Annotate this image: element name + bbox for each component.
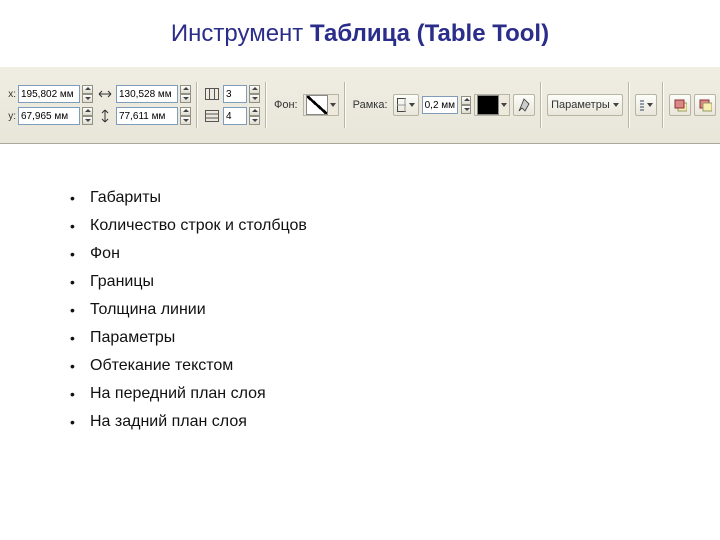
list-item: На задний план слоя <box>70 408 720 436</box>
to-back-icon <box>698 98 712 112</box>
height-spinner[interactable] <box>180 107 191 125</box>
slide-title: Инструмент Таблица (Table Tool) <box>0 0 720 66</box>
no-fill-swatch <box>306 95 328 115</box>
size-group: 130,528 мм 77,611 мм <box>96 85 191 125</box>
to-front-icon <box>673 98 687 112</box>
separator <box>196 82 198 128</box>
rows-input[interactable]: 4 <box>223 107 247 125</box>
list-item: Обтекание текстом <box>70 352 720 380</box>
to-front-button[interactable] <box>669 94 691 116</box>
params-button[interactable]: Параметры <box>547 94 622 116</box>
height-input[interactable]: 77,611 мм <box>116 107 178 125</box>
separator <box>540 82 542 128</box>
border-select-button[interactable] <box>393 94 419 116</box>
x-spinner[interactable] <box>82 85 93 103</box>
title-bold: Таблица (Table Tool) <box>310 20 549 47</box>
rows-icon <box>203 107 221 125</box>
title-light: Инструмент <box>171 20 310 47</box>
border-width-input[interactable]: 0,2 мм <box>422 96 459 114</box>
fill-label: Фон: <box>274 99 298 111</box>
feature-list: Габариты Количество строк и столбцов Фон… <box>0 144 720 436</box>
list-item: На передний план слоя <box>70 380 720 408</box>
border-color-dropdown[interactable] <box>474 94 510 116</box>
wrap-text-button[interactable] <box>635 94 657 116</box>
list-item: Параметры <box>70 324 720 352</box>
border-width-spinner[interactable] <box>461 96 471 114</box>
columns-spinner[interactable] <box>249 85 260 103</box>
separator <box>662 82 664 128</box>
table-property-bar: x: 195,802 мм y: 67,965 мм 130,528 мм 77… <box>0 66 720 144</box>
y-label: y: <box>4 111 16 122</box>
width-icon <box>96 85 114 103</box>
list-item: Толщина линии <box>70 296 720 324</box>
separator <box>628 82 630 128</box>
separator <box>265 82 267 128</box>
border-label: Рамка: <box>353 99 388 111</box>
border-box-icon <box>397 98 406 112</box>
y-input[interactable]: 67,965 мм <box>18 107 80 125</box>
rows-spinner[interactable] <box>249 107 260 125</box>
black-swatch <box>477 95 499 115</box>
x-input[interactable]: 195,802 мм <box>18 85 80 103</box>
fill-color-dropdown[interactable] <box>303 94 339 116</box>
y-spinner[interactable] <box>82 107 93 125</box>
wrap-text-icon <box>639 98 644 112</box>
height-icon <box>96 107 114 125</box>
pen-nib-icon <box>517 98 531 112</box>
columns-input[interactable]: 3 <box>223 85 247 103</box>
list-item: Габариты <box>70 184 720 212</box>
separator <box>344 82 346 128</box>
list-item: Границы <box>70 268 720 296</box>
outline-pen-button[interactable] <box>513 94 535 116</box>
params-label: Параметры <box>551 99 610 111</box>
position-group: x: 195,802 мм y: 67,965 мм <box>4 85 93 125</box>
cols-rows-group: 3 4 <box>203 85 260 125</box>
columns-icon <box>203 85 221 103</box>
width-spinner[interactable] <box>180 85 191 103</box>
x-label: x: <box>4 89 16 100</box>
width-input[interactable]: 130,528 мм <box>116 85 178 103</box>
list-item: Фон <box>70 240 720 268</box>
to-back-button[interactable] <box>694 94 716 116</box>
list-item: Количество строк и столбцов <box>70 212 720 240</box>
